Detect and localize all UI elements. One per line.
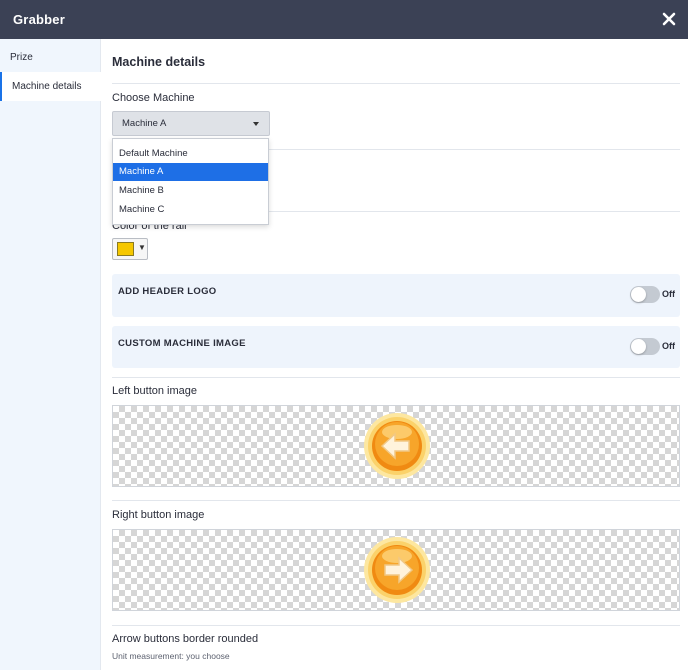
header-logo-toggle-label: Off xyxy=(662,289,675,299)
toggle-knob xyxy=(631,339,646,354)
machine-select-value: Machine A xyxy=(122,118,167,129)
left-button-image-upload[interactable] xyxy=(112,405,680,487)
left-arrow-button-icon xyxy=(364,413,430,479)
main-content: Machine details Choose Machine Machine A… xyxy=(101,39,688,670)
triangle-down-icon: ▼ xyxy=(138,243,146,252)
machine-select[interactable]: Machine A xyxy=(112,111,270,136)
dropdown-option-machine-b[interactable]: Machine B xyxy=(113,182,268,200)
header-logo-label: ADD HEADER LOGO xyxy=(118,286,217,297)
right-arrow-button-icon xyxy=(364,537,430,603)
window-title: Grabber xyxy=(13,12,65,27)
sidebar-item-prize[interactable]: Prize xyxy=(0,43,101,72)
custom-machine-image-toggle-label: Off xyxy=(662,341,675,351)
right-button-image-upload[interactable] xyxy=(112,529,680,611)
custom-machine-image-panel: CUSTOM MACHINE IMAGE Off xyxy=(112,326,680,368)
close-icon[interactable] xyxy=(660,10,678,28)
machine-dropdown-menu: Default Machine Machine A Machine B Mach… xyxy=(112,138,269,225)
color-swatch xyxy=(117,242,134,256)
divider xyxy=(112,377,680,378)
sidebar-item-machine-details[interactable]: Machine details xyxy=(0,72,101,101)
divider xyxy=(112,500,680,501)
sidebar: Prize Machine details xyxy=(0,39,101,670)
dropdown-option-default-machine[interactable]: Default Machine xyxy=(113,145,268,163)
custom-machine-image-label: CUSTOM MACHINE IMAGE xyxy=(118,338,246,349)
dropdown-option-machine-a[interactable]: Machine A xyxy=(113,163,268,181)
section-title: Machine details xyxy=(112,55,206,69)
header-logo-panel: ADD HEADER LOGO Off xyxy=(112,274,680,317)
header-logo-toggle[interactable] xyxy=(630,286,660,303)
sidebar-item-label: Prize xyxy=(10,52,33,63)
left-button-image-label: Left button image xyxy=(112,385,198,397)
caret-down-icon xyxy=(253,122,259,126)
title-bar: Grabber xyxy=(0,0,688,39)
choose-machine-label: Choose Machine xyxy=(112,92,195,104)
arrow-border-sublabel: Unit measurement: you choose xyxy=(112,651,230,661)
dropdown-option-machine-c[interactable]: Machine C xyxy=(113,201,268,219)
sidebar-item-label: Machine details xyxy=(12,81,82,92)
toggle-knob xyxy=(631,287,646,302)
custom-machine-image-toggle[interactable] xyxy=(630,338,660,355)
divider xyxy=(112,83,680,84)
arrow-border-label: Arrow buttons border rounded xyxy=(112,633,259,645)
rail-color-picker[interactable]: ▼ xyxy=(112,238,148,260)
right-button-image-label: Right button image xyxy=(112,509,205,521)
divider xyxy=(112,625,680,626)
